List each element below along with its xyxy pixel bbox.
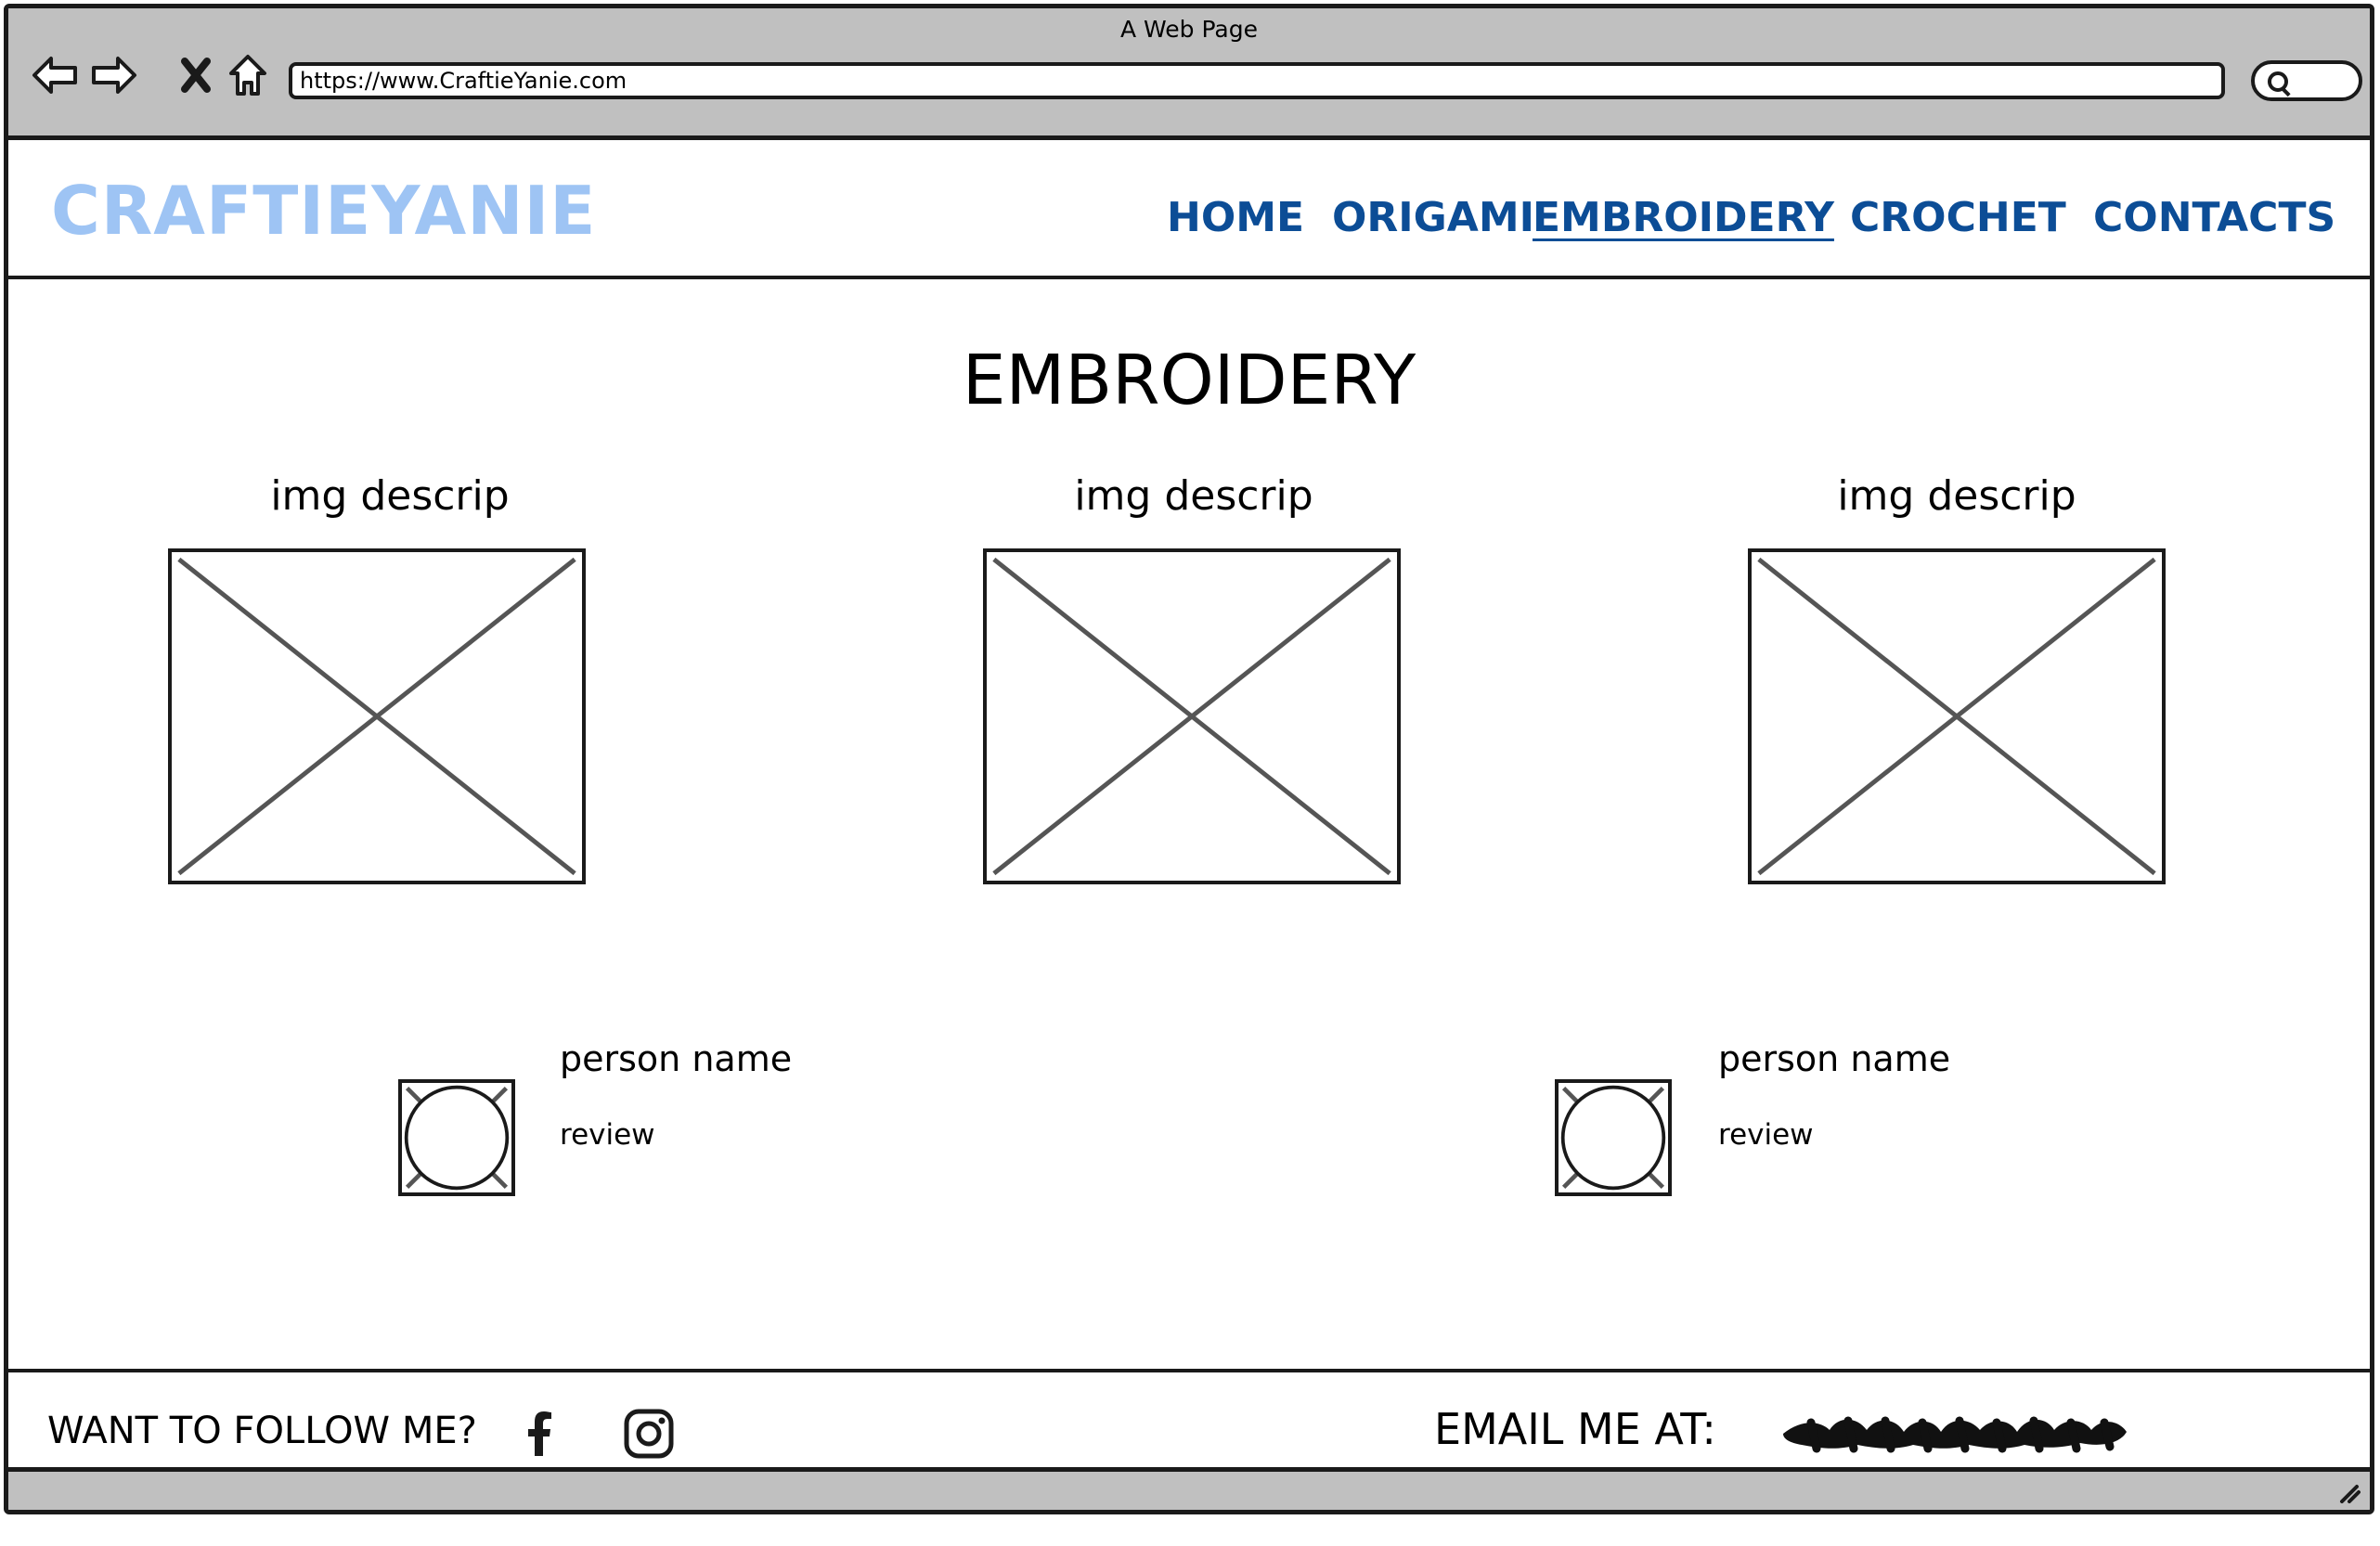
- browser-toolbar: A Web Page https://www.CraftieYanie.com: [8, 8, 2370, 140]
- gallery-caption: img descrip: [1837, 472, 2076, 520]
- home-icon[interactable]: [220, 47, 276, 103]
- gallery-image-placeholder[interactable]: [168, 548, 586, 884]
- back-arrow-icon[interactable]: [27, 47, 83, 103]
- nav-embroidery[interactable]: EMBROIDERY: [1533, 194, 1834, 241]
- site-footer: WANT TO FOLLOW ME? EMAIL ME AT:: [8, 1369, 2370, 1476]
- nav-origami[interactable]: ORIGAMI: [1332, 194, 1534, 241]
- close-icon[interactable]: [168, 47, 224, 103]
- browser-window: A Web Page https://www.CraftieYanie.com …: [4, 4, 2374, 1514]
- address-bar[interactable]: https://www.CraftieYanie.com: [289, 62, 2225, 99]
- avatar: [398, 1079, 515, 1196]
- site-header: CRAFTIEYANIE HOME ORIGAMI EMBROIDERY CRO…: [8, 140, 2370, 279]
- forward-arrow-icon[interactable]: [86, 47, 142, 103]
- window-title: A Web Page: [1119, 16, 1259, 43]
- nav-crochet[interactable]: CROCHET: [1850, 194, 2066, 241]
- browser-search-button[interactable]: [2251, 60, 2362, 101]
- search-icon: [2268, 71, 2288, 92]
- email-label: EMAIL ME AT:: [1434, 1404, 1716, 1454]
- gallery-image-placeholder[interactable]: [983, 548, 1401, 884]
- reviewer-name: person name: [1718, 1038, 1951, 1079]
- gallery-caption: img descrip: [1074, 472, 1313, 520]
- reviewer-name: person name: [560, 1038, 793, 1079]
- page-title: EMBROIDERY: [962, 341, 1416, 420]
- review-text: review: [560, 1118, 655, 1152]
- nav-home[interactable]: HOME: [1167, 194, 1304, 241]
- redacted-email-scribble: [1774, 1402, 2136, 1462]
- nav-contacts[interactable]: CONTACTS: [2093, 194, 2335, 241]
- facebook-icon[interactable]: [521, 1406, 558, 1462]
- resize-grip-icon[interactable]: [2336, 1479, 2361, 1503]
- instagram-icon[interactable]: [621, 1406, 677, 1462]
- browser-status-bar: [8, 1467, 2370, 1510]
- gallery-caption: img descrip: [270, 472, 510, 520]
- brand-logo[interactable]: CRAFTIEYANIE: [51, 172, 596, 250]
- avatar: [1555, 1079, 1672, 1196]
- review-text: review: [1718, 1118, 1814, 1152]
- follow-label: WANT TO FOLLOW ME?: [47, 1410, 477, 1452]
- gallery-image-placeholder[interactable]: [1748, 548, 2166, 884]
